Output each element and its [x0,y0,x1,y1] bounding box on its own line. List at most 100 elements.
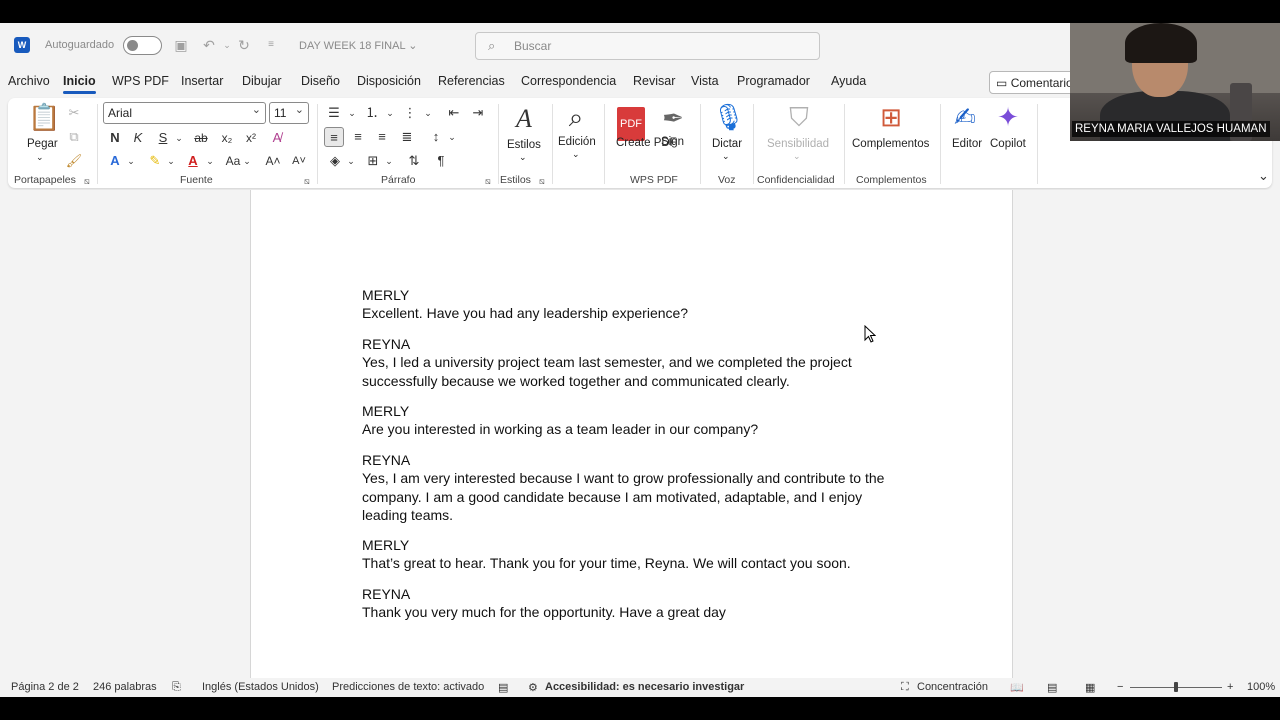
tab-inicio[interactable]: Inicio [63,74,96,94]
dictate-label[interactable]: Dictar [712,138,742,150]
tab-revisar[interactable]: Revisar [633,74,675,88]
print-layout-icon[interactable]: ▤ [1047,681,1057,694]
read-mode-icon[interactable]: 📖 [1010,681,1024,694]
italic-button[interactable]: K [128,128,148,148]
zoom-level[interactable]: 100% [1247,681,1275,693]
focus-icon[interactable]: ⛶ [901,681,909,694]
tab-diseno[interactable]: Diseño [301,74,340,88]
addins-icon[interactable]: ⊞ [874,102,908,132]
zoom-in-icon[interactable]: + [1227,681,1233,693]
tab-archivo[interactable]: Archivo [8,74,50,88]
comments-button[interactable]: ▭ Comentarios [989,71,1079,94]
sort-icon[interactable]: ⇅ [404,151,424,171]
word-count[interactable]: 246 palabras [93,681,157,693]
sensitivity-icon[interactable]: ⛉ [784,102,814,132]
paragraph[interactable]: REYNA [362,451,887,470]
search-box[interactable]: ⌕ [475,32,820,60]
shrink-font-icon[interactable]: A˅ [289,151,309,171]
change-case-dropdown-icon[interactable]: ⌄ [237,151,257,171]
page-count[interactable]: Página 2 de 2 [11,681,79,693]
paragraph[interactable]: Yes, I am very interested because I want… [362,469,887,525]
tab-insertar[interactable]: Insertar [181,74,223,88]
macro-icon[interactable]: ▤ [498,681,508,694]
align-center-icon[interactable]: ≡ [348,127,368,147]
bullets-dropdown-icon[interactable]: ⌄ [342,103,362,123]
align-right-icon[interactable]: ≡ [372,127,392,147]
paragraph[interactable]: MERLY [362,402,887,421]
paragraph[interactable]: Are you interested in working as a team … [362,420,887,439]
editing-label[interactable]: Edición [558,136,596,148]
multilevel-list-icon[interactable]: ⋮ [400,103,420,123]
tab-correspondencia[interactable]: Correspondencia [521,74,616,88]
editor-icon[interactable]: ✍ [950,102,980,132]
highlight-dropdown-icon[interactable]: ⌄ [161,151,181,171]
styles-icon[interactable]: A [508,104,540,134]
copy-icon[interactable]: ⧉ [64,127,84,147]
numbering-dropdown-icon[interactable]: ⌄ [380,103,400,123]
copilot-label[interactable]: Copilot [990,138,1026,150]
font-color-dropdown-icon[interactable]: ⌄ [200,151,220,171]
word-icon[interactable]: W [14,37,30,53]
paragraph[interactable]: REYNA [362,335,887,354]
tab-referencias[interactable]: Referencias [438,74,505,88]
tab-disposicion[interactable]: Disposición [357,74,421,88]
paragraph[interactable]: That’s great to hear. Thank you for your… [362,554,887,573]
customize-qat-icon[interactable]: ≡ [262,36,280,54]
tab-wps-pdf[interactable]: WPS PDF [112,74,169,88]
undo-icon[interactable]: ↶ [200,36,218,54]
collapse-ribbon-icon[interactable]: ⌄ [1258,168,1269,184]
styles-label[interactable]: Estilos [507,139,541,151]
tab-ayuda[interactable]: Ayuda [831,74,866,88]
zoom-out-icon[interactable]: − [1117,681,1123,693]
superscript-button[interactable]: x² [241,128,261,148]
search-input[interactable] [514,38,804,54]
document-area[interactable]: MERLY Excellent. Have you had any leader… [0,190,1280,678]
dictate-dropdown-icon[interactable]: ⌄ [722,151,730,162]
find-icon[interactable]: ⌕ [560,102,592,132]
copilot-icon[interactable]: ✦ [993,102,1023,132]
paste-icon[interactable]: 📋 [28,102,60,132]
sign-icon[interactable]: ✒ [658,103,688,133]
multilevel-dropdown-icon[interactable]: ⌄ [418,103,438,123]
format-painter-icon[interactable]: 🖌 [64,151,84,171]
line-spacing-dropdown-icon[interactable]: ⌄ [442,127,462,147]
paragraph-launcher-icon[interactable]: ⧅ [485,176,491,187]
font-launcher-icon[interactable]: ⧅ [304,176,310,187]
tab-programador[interactable]: Programador [737,74,810,88]
paragraph[interactable]: Thank you very much for the opportunity.… [362,603,887,622]
zoom-slider-thumb[interactable] [1174,682,1178,692]
tab-dibujar[interactable]: Dibujar [242,74,282,88]
undo-dropdown-icon[interactable]: ⌄ [218,36,236,54]
increase-indent-icon[interactable]: ⇥ [468,103,488,123]
styles-dropdown-icon[interactable]: ⌄ [519,152,527,163]
show-marks-icon[interactable]: ¶ [431,151,451,171]
sensitivity-label[interactable]: Sensibilidad [767,138,829,150]
sign-label[interactable]: Sign [661,136,684,148]
editor-label[interactable]: Editor [952,138,982,150]
text-effects-dropdown-icon[interactable]: ⌄ [121,151,141,171]
redo-icon[interactable]: ↻ [235,36,253,54]
paragraph[interactable]: MERLY [362,536,887,555]
align-left-icon[interactable]: ≡ [324,127,344,147]
document-page[interactable]: MERLY Excellent. Have you had any leader… [250,190,1013,678]
grow-font-icon[interactable]: A˄ [263,151,283,171]
focus-mode[interactable]: Concentración [917,681,988,693]
tab-vista[interactable]: Vista [691,74,719,88]
proofing-icon[interactable]: ⎘ [172,681,181,694]
clipboard-launcher-icon[interactable]: ⧅ [84,176,90,187]
clear-formatting-icon[interactable]: A̸ [267,128,287,148]
editing-dropdown-icon[interactable]: ⌄ [572,149,580,160]
subscript-button[interactable]: x₂ [217,128,237,148]
paragraph[interactable]: Excellent. Have you had any leadership e… [362,304,887,323]
text-predictions[interactable]: Predicciones de texto: activado [332,681,484,693]
borders-dropdown-icon[interactable]: ⌄ [379,151,399,171]
underline-dropdown-icon[interactable]: ⌄ [169,128,189,148]
paragraph[interactable]: Yes, I led a university project team las… [362,353,887,390]
save-icon[interactable]: ▣ [172,36,190,54]
sensitivity-dropdown-icon[interactable]: ⌄ [793,151,801,162]
justify-icon[interactable]: ≣ [397,127,417,147]
styles-launcher-icon[interactable]: ⧅ [539,176,545,187]
decrease-indent-icon[interactable]: ⇤ [444,103,464,123]
numbering-icon[interactable]: ⒈ [362,103,382,123]
font-name-select[interactable]: Arial [103,102,266,124]
